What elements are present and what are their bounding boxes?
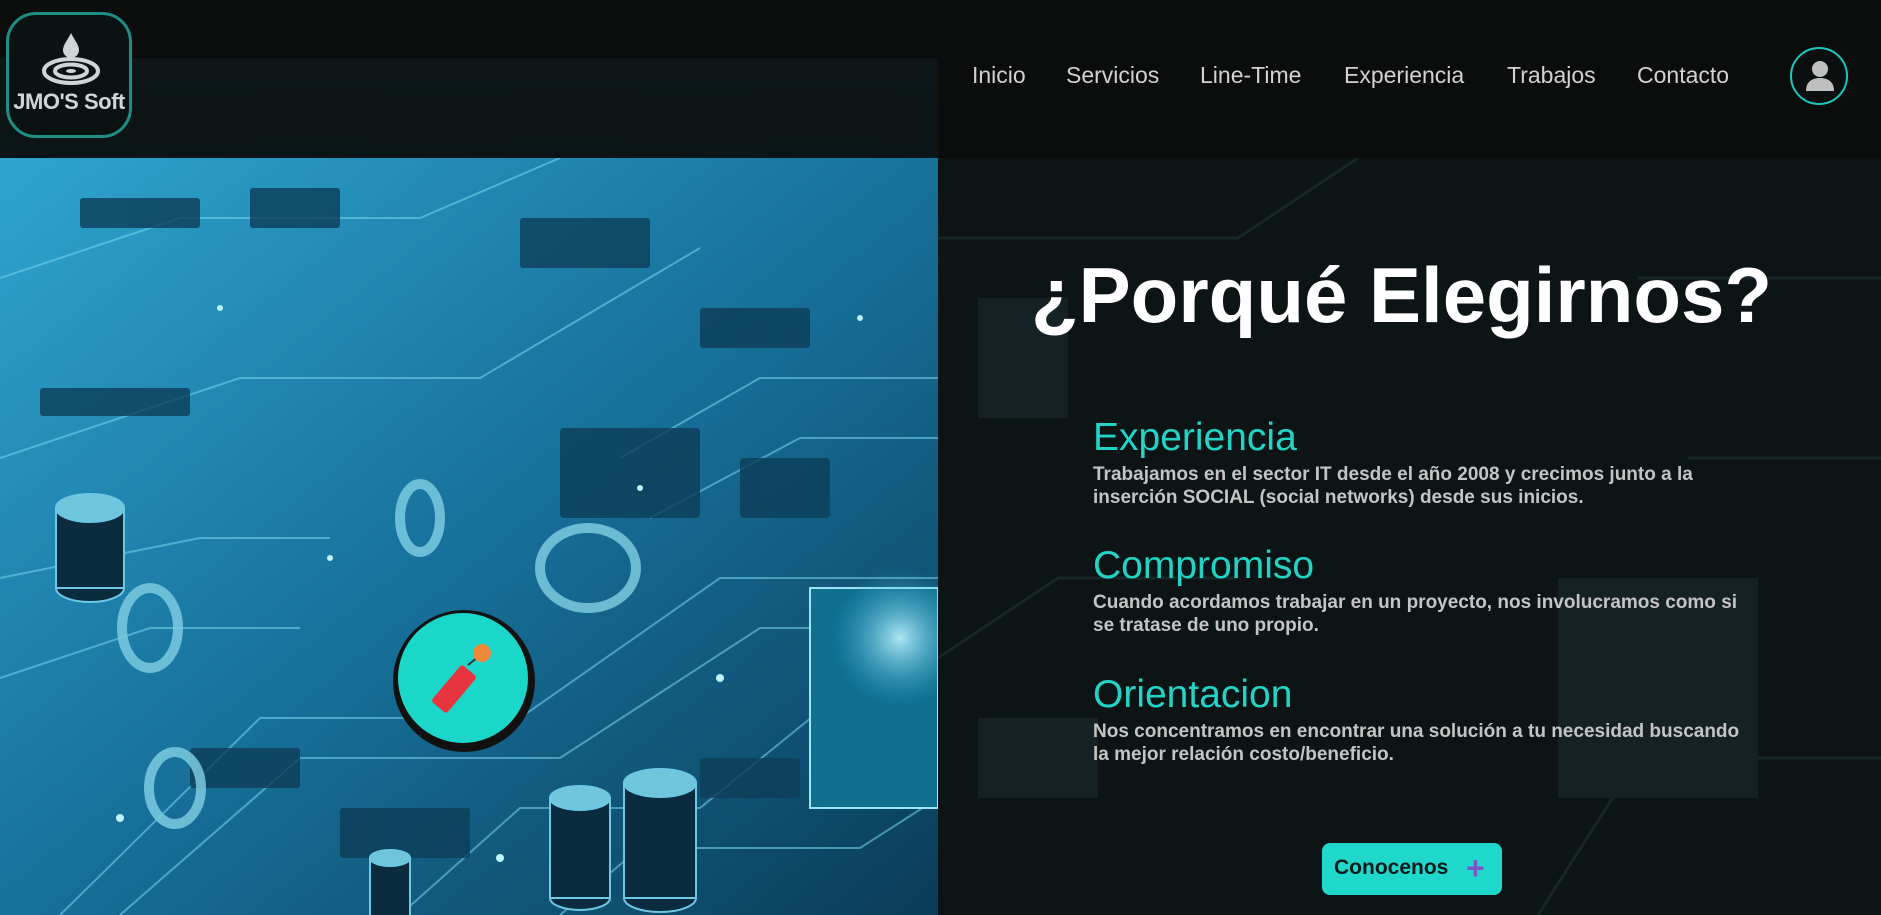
feature-text-compromiso: Cuando acordamos trabajar en un proyecto…	[1093, 592, 1738, 636]
feature-title-experiencia: Experiencia	[1093, 416, 1297, 459]
droplet-ripple-icon	[42, 33, 100, 85]
header-left-band	[0, 58, 938, 158]
why-choose-us-section: ¿Porqué Elegirnos? Experiencia Trabajamo…	[938, 158, 1881, 915]
brand-logo[interactable]: JMO'S Soft	[6, 12, 132, 138]
user-icon	[1806, 61, 1834, 91]
feature-title-orientacion: Orientacion	[1093, 673, 1293, 716]
feature-title-compromiso: Compromiso	[1093, 544, 1315, 587]
feature-text-orientacion: Nos concentramos en encontrar una soluci…	[1093, 721, 1740, 765]
nav-item-line-time[interactable]: Line-Time	[1200, 62, 1301, 89]
circuit-board-image	[0, 158, 938, 915]
site-header: JMO'S Soft Inicio Servicios Line-Time Ex…	[0, 0, 1881, 158]
section-title: ¿Porqué Elegirnos?	[1031, 251, 1773, 339]
plus-icon: +	[1466, 850, 1485, 886]
nav-item-servicios[interactable]: Servicios	[1066, 62, 1159, 89]
nav-item-experiencia[interactable]: Experiencia	[1344, 62, 1464, 89]
brand-name: JMO'S Soft	[13, 89, 125, 114]
nav-item-trabajos[interactable]: Trabajos	[1507, 62, 1596, 89]
rocket-badge	[393, 610, 535, 752]
nav-item-contacto[interactable]: Contacto	[1637, 62, 1729, 89]
nav-item-inicio[interactable]: Inicio	[972, 62, 1026, 89]
feature-text-experiencia: Trabajamos en el sector IT desde el año …	[1093, 464, 1693, 508]
conocenos-label: Conocenos	[1334, 856, 1449, 879]
conocenos-button[interactable]: Conocenos +	[1322, 843, 1502, 895]
user-account-button[interactable]	[1790, 47, 1848, 105]
rocket-icon	[432, 644, 491, 713]
